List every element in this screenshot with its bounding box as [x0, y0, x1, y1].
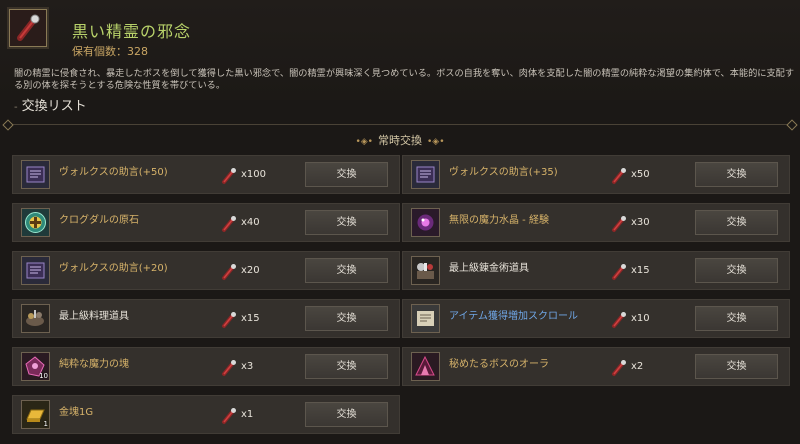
item-name: ヴォルクスの助言(+20)	[59, 263, 168, 274]
aura-icon[interactable]	[411, 352, 440, 381]
item-cost: x40	[241, 217, 260, 228]
section-title: 常時交換	[378, 134, 422, 147]
exchange-list-title: - 交換リスト	[14, 99, 87, 114]
exchange-item-row: アイテム獲得増加スクロール x10 交換	[402, 299, 790, 338]
gold-bar-icon[interactable]: 1	[21, 400, 50, 429]
dark-spirit-cost-icon	[611, 215, 627, 233]
exchange-item-row: 10 純粋な魔力の塊 x3 交換	[12, 347, 400, 386]
exchange-item-row: 1 金塊1G x1 交換	[12, 395, 400, 434]
item-name: 純粋な魔力の塊	[59, 359, 129, 370]
scroll-icon[interactable]	[411, 160, 440, 189]
dark-spirit-cost-icon	[221, 215, 237, 233]
item-cost: x50	[631, 169, 650, 180]
item-name: アイテム獲得増加スクロール	[449, 311, 578, 322]
exchange-item-row: ヴォルクスの助言(+35) x50 交換	[402, 155, 790, 194]
dark-spirit-cost-icon	[611, 311, 627, 329]
item-description: 闇の精霊に侵食され、暴走したボスを倒して獲得した黒い邪念で、闇の精霊が興味深く見…	[14, 68, 795, 91]
item-title: 黒い精霊の邪念	[72, 22, 192, 41]
item-name: 金塊1G	[59, 407, 94, 418]
item-name: 秘めたるボスのオーラ	[449, 359, 549, 370]
item-cost: x10	[631, 313, 650, 324]
dark-spirit-cost-icon	[611, 359, 627, 377]
exchange-button[interactable]: 交換	[695, 306, 778, 331]
dark-spirit-cost-icon	[611, 167, 627, 185]
dark-spirit-cost-icon	[221, 407, 237, 425]
item-cost: x15	[631, 265, 650, 276]
exchange-item-row: 秘めたるボスのオーラ x2 交換	[402, 347, 790, 386]
paper-scroll-icon[interactable]	[411, 304, 440, 333]
alchemy-tools-icon[interactable]	[411, 256, 440, 285]
gem-cross-icon[interactable]	[21, 208, 50, 237]
exchange-button[interactable]: 交換	[305, 162, 388, 187]
exchange-button[interactable]: 交換	[695, 258, 778, 283]
item-name: ヴォルクスの助言(+50)	[59, 167, 168, 178]
dark-spirit-cost-icon	[221, 167, 237, 185]
exchange-button[interactable]: 交換	[305, 210, 388, 235]
item-stack-count: 10	[39, 372, 48, 380]
crystal-icon[interactable]	[411, 208, 440, 237]
item-cost: x15	[241, 313, 260, 324]
dark-spirit-cost-icon	[221, 311, 237, 329]
item-cost: x1	[241, 409, 254, 420]
exchange-item-row: ヴォルクスの助言(+50) x100 交換	[12, 155, 400, 194]
exchange-item-row: クログダルの原石 x40 交換	[12, 203, 400, 242]
exchange-button[interactable]: 交換	[305, 306, 388, 331]
exchange-button[interactable]: 交換	[305, 258, 388, 283]
dark-spirit-item-icon	[9, 9, 47, 47]
item-header: 黒い精霊の邪念 保有個数：328 闇の精霊に侵食され、暴走したボスを倒して獲得し…	[0, 0, 800, 114]
exchange-button[interactable]: 交換	[695, 162, 778, 187]
magic-chunk-icon[interactable]: 10	[21, 352, 50, 381]
scroll-icon[interactable]	[21, 160, 50, 189]
exchange-button[interactable]: 交換	[695, 210, 778, 235]
owned-count: 保有個数：328	[72, 45, 148, 58]
exchange-button[interactable]: 交換	[695, 354, 778, 379]
exchange-list-label: 交換リスト	[21, 99, 87, 114]
exchange-item-row: 最上級料理道具 x15 交換	[12, 299, 400, 338]
item-cost: x30	[631, 217, 650, 228]
item-name: 最上級料理道具	[59, 311, 129, 322]
cooking-tools-icon[interactable]	[21, 304, 50, 333]
item-cost: x20	[241, 265, 260, 276]
exchange-button[interactable]: 交換	[305, 402, 388, 427]
exchange-item-row: ヴォルクスの助言(+20) x20 交換	[12, 251, 400, 290]
ornament-left-icon: •◈•	[355, 137, 373, 147]
exchange-item-row: 最上級錬金術道具 x15 交換	[402, 251, 790, 290]
item-cost: x3	[241, 361, 254, 372]
item-cost: x2	[631, 361, 644, 372]
item-name: 最上級錬金術道具	[449, 263, 529, 274]
exchange-button[interactable]: 交換	[305, 354, 388, 379]
item-name: 無限の魔力水晶 - 経験	[449, 215, 549, 226]
dark-spirit-cost-icon	[221, 359, 237, 377]
header-divider	[6, 124, 794, 125]
section-header: •◈• 常時交換 •◈•	[0, 132, 800, 148]
dark-spirit-cost-icon	[611, 263, 627, 281]
item-name: ヴォルクスの助言(+35)	[449, 167, 558, 178]
exchange-item-row: 無限の魔力水晶 - 経験 x30 交換	[402, 203, 790, 242]
item-cost: x100	[241, 169, 267, 180]
item-stack-count: 1	[43, 420, 48, 428]
ornament-right-icon: •◈•	[427, 137, 445, 147]
scroll-icon[interactable]	[21, 256, 50, 285]
dark-spirit-cost-icon	[221, 263, 237, 281]
item-name: クログダルの原石	[59, 215, 139, 226]
